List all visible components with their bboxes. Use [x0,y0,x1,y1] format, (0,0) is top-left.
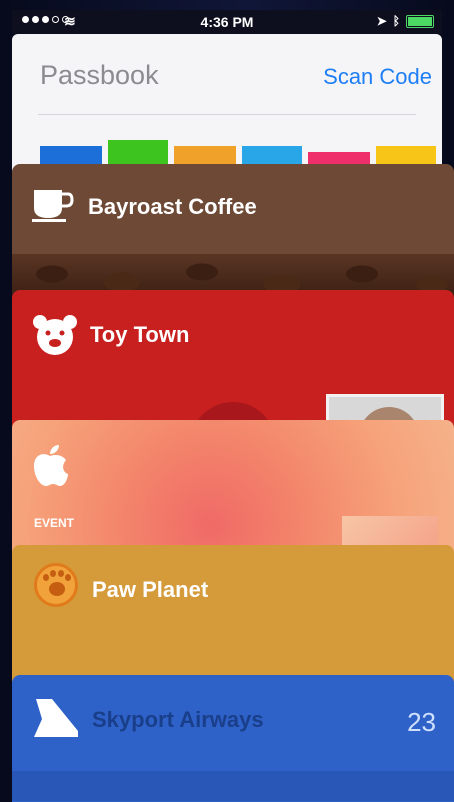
paw-icon [34,563,78,607]
plane-tail-icon [34,699,78,737]
bear-icon [33,315,77,355]
bluetooth-icon: ᛒ [392,14,400,28]
card-title: Toy Town [90,322,190,347]
status-bar: ≋ 4:36 PM ➤ ᛒ [12,10,442,34]
card-title: Paw Planet [92,577,209,602]
pass-card-toy-town[interactable]: Toy Town [12,290,454,440]
apple-icon [34,445,68,486]
page-title: Passbook [40,60,159,90]
event-label: EVENT [34,516,75,530]
location-icon: ➤ [376,14,387,28]
pass-strip[interactable] [174,146,236,166]
card-title: Skyport Airways [92,707,264,732]
card-bottom-section [12,771,454,801]
pass-card-bayroast-coffee[interactable]: Bayroast Coffee [12,164,454,304]
pass-strip[interactable] [376,146,436,166]
pass-strip[interactable] [108,140,168,166]
pass-strip[interactable] [242,146,302,166]
battery-icon [406,14,434,28]
pass-card-paw-planet[interactable]: Paw Planet [12,545,454,685]
coffee-cup-icon [32,190,74,222]
flight-date: 23 [407,707,436,737]
pass-strip[interactable] [40,146,102,166]
pass-card-skyport-airways[interactable]: Skyport Airways 23 [12,675,454,802]
card-title: Bayroast Coffee [88,194,257,219]
header-divider [38,114,416,115]
passbook-screen: ≋ 4:36 PM ➤ ᛒ Passbook Scan Code Bayroas… [0,0,454,802]
scan-code-button[interactable]: Scan Code [323,64,432,90]
